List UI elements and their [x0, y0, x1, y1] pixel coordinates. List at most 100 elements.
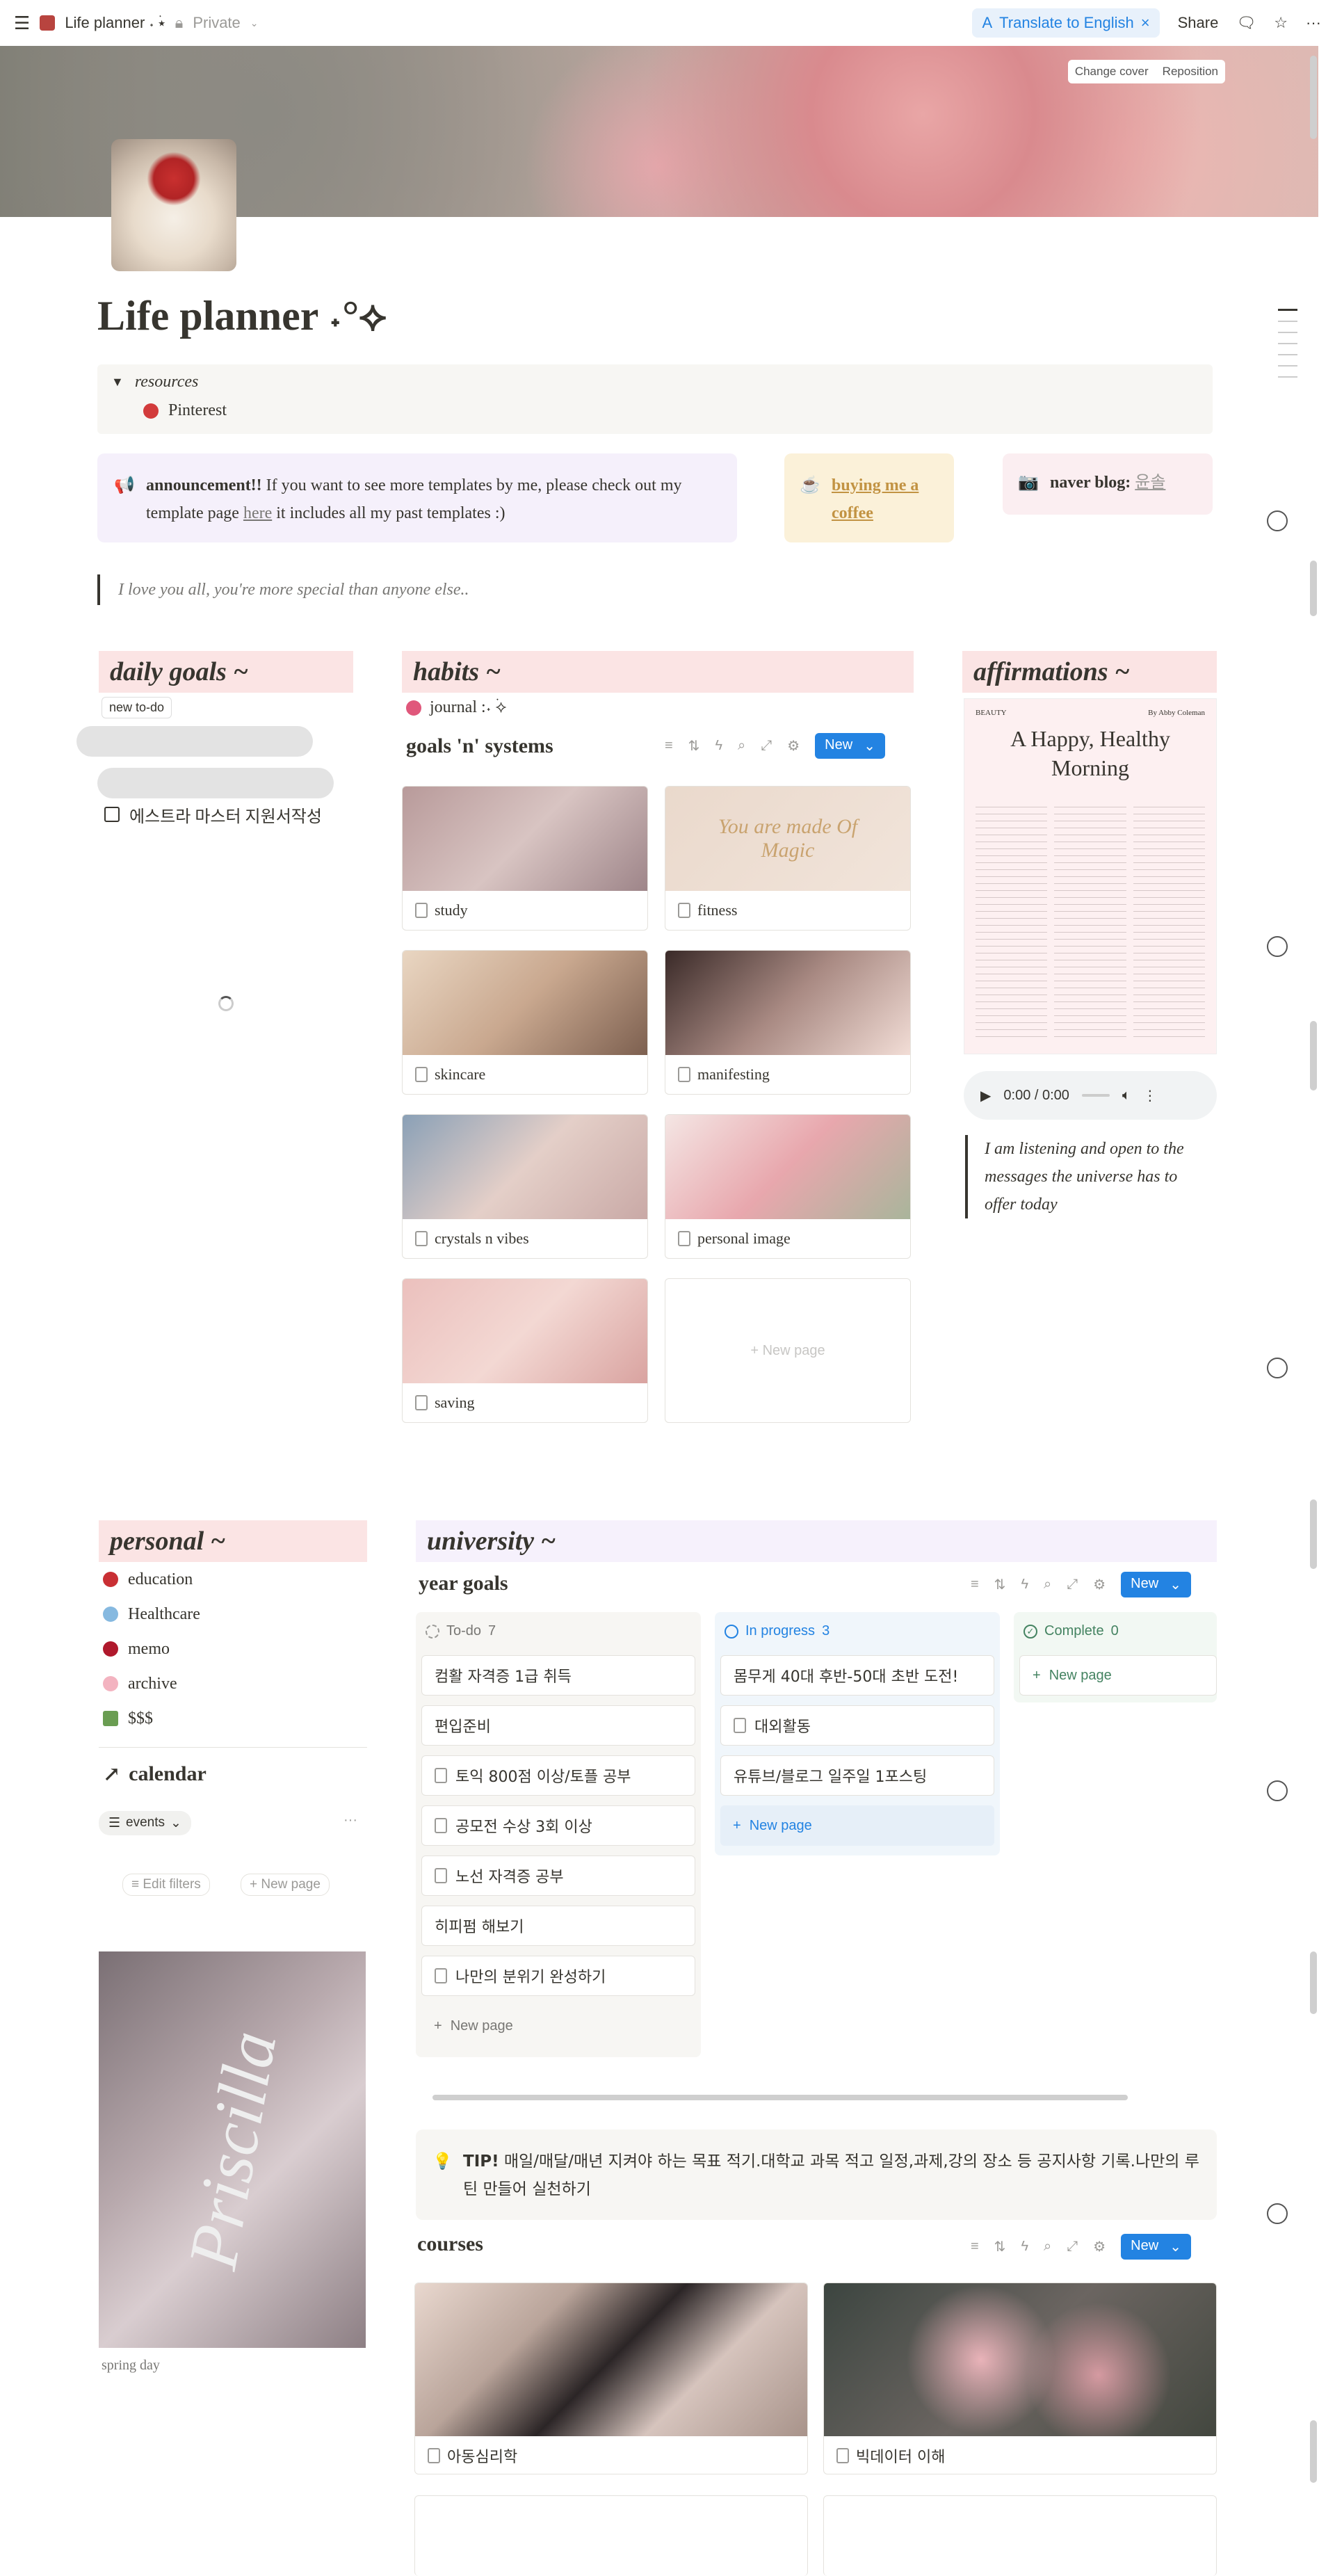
- page-link-money[interactable]: $$$: [103, 1701, 367, 1736]
- expand-icon[interactable]: ⤢: [761, 738, 772, 754]
- more-icon[interactable]: ⋮: [1143, 1087, 1157, 1104]
- page-link-healthcare[interactable]: Healthcare: [103, 1597, 367, 1632]
- add-card-button[interactable]: + New page: [1019, 1655, 1217, 1696]
- board-card[interactable]: 노선 자격증 공부: [421, 1855, 695, 1896]
- sort-icon[interactable]: ⇅: [994, 2238, 1006, 2255]
- todo-item[interactable]: 에스트라 마스터 지원서작성: [104, 797, 355, 832]
- board-card[interactable]: 공모전 수상 3회 이상: [421, 1805, 695, 1846]
- board-card[interactable]: 토익 800점 이상/토플 공부: [421, 1755, 695, 1796]
- change-cover-button[interactable]: Change cover: [1068, 60, 1156, 83]
- page-link-education[interactable]: education: [103, 1562, 367, 1597]
- gallery-card-manifesting[interactable]: manifesting: [665, 950, 911, 1095]
- view-tab-events[interactable]: ☰ events ⌄: [99, 1811, 191, 1835]
- automation-icon[interactable]: ϟ: [1021, 2239, 1028, 2255]
- share-button[interactable]: Share: [1178, 14, 1219, 32]
- page-link-archive[interactable]: archive: [103, 1666, 367, 1701]
- scrollbar[interactable]: [1310, 1499, 1317, 1569]
- automation-icon[interactable]: ϟ: [1021, 1577, 1028, 1593]
- more-icon[interactable]: ···: [1306, 14, 1321, 32]
- filter-icon[interactable]: ≡: [665, 738, 673, 754]
- add-card-button[interactable]: + New page: [421, 2006, 695, 2046]
- star-icon[interactable]: ☆: [1274, 14, 1288, 32]
- search-icon[interactable]: ⌕: [738, 738, 745, 754]
- gallery-new-page[interactable]: + New page: [665, 1278, 911, 1423]
- calendar-new-page-button[interactable]: + New page: [241, 1874, 330, 1896]
- close-icon[interactable]: ×: [1141, 14, 1150, 32]
- audio-progress[interactable]: [1081, 1094, 1110, 1097]
- expand-icon[interactable]: ⤢: [1067, 2239, 1078, 2255]
- year-goals-title[interactable]: year goals: [419, 1572, 508, 1595]
- automation-icon[interactable]: ϟ: [715, 738, 722, 754]
- settings-icon[interactable]: ⚙: [1093, 1576, 1106, 1593]
- filter-icon[interactable]: ≡: [971, 2239, 979, 2255]
- board-card[interactable]: 유튜브/블로그 일주일 1포스팅: [720, 1755, 994, 1796]
- scrollbar[interactable]: [1310, 56, 1317, 139]
- toggle-triangle-icon[interactable]: ▼: [111, 375, 124, 389]
- habits-db-title[interactable]: goals 'n' systems: [406, 734, 553, 758]
- settings-icon[interactable]: ⚙: [787, 737, 800, 755]
- translate-button[interactable]: A Translate to English ×: [972, 8, 1160, 38]
- course-card[interactable]: 아동심리학: [414, 2283, 808, 2474]
- chevron-down-icon[interactable]: ⌄: [1170, 2238, 1181, 2255]
- gallery-card-crystals[interactable]: crystals n vibes: [402, 1114, 648, 1259]
- gallery-card-skincare[interactable]: skincare: [402, 950, 648, 1095]
- board-card[interactable]: 컴활 자격증 1급 취득: [421, 1655, 695, 1696]
- page-icon[interactable]: [111, 139, 236, 271]
- volume-icon[interactable]: 🔈︎: [1122, 1088, 1131, 1104]
- checkbox[interactable]: [104, 807, 120, 822]
- menu-icon[interactable]: ☰: [14, 13, 30, 34]
- filter-icon[interactable]: ≡: [971, 1577, 979, 1593]
- pinterest-link[interactable]: Pinterest: [168, 401, 227, 420]
- gallery-card-saving[interactable]: saving: [402, 1278, 648, 1423]
- template-page-link[interactable]: here: [243, 504, 272, 522]
- new-button[interactable]: New ⌄: [815, 733, 885, 759]
- gallery-card-study[interactable]: study: [402, 786, 648, 931]
- search-icon[interactable]: ⌕: [1044, 1577, 1051, 1593]
- page-title[interactable]: Life planner ˖°⟡: [97, 292, 387, 340]
- new-button[interactable]: New ⌄: [1121, 2234, 1191, 2260]
- new-todo-button[interactable]: new to-do: [102, 697, 172, 718]
- journal-link[interactable]: journal :˖ ࣪⟡: [406, 698, 507, 717]
- chevron-down-icon[interactable]: ⌄: [864, 737, 875, 755]
- sort-icon[interactable]: ⇅: [688, 737, 700, 755]
- chevron-down-icon[interactable]: ⌄: [1170, 1576, 1181, 1593]
- gallery-card-personal-image[interactable]: personal image: [665, 1114, 911, 1259]
- edit-filters-button[interactable]: ≡ Edit filters: [122, 1874, 210, 1896]
- settings-icon[interactable]: ⚙: [1093, 2238, 1106, 2255]
- course-card[interactable]: 빅데이터 이해: [823, 2283, 1217, 2474]
- gallery-card-fitness[interactable]: You are made Of Magic fitness: [665, 786, 911, 931]
- search-icon[interactable]: ⌕: [1044, 2239, 1051, 2255]
- expand-icon[interactable]: ⤢: [1067, 1577, 1078, 1593]
- scrollbar[interactable]: [1310, 2420, 1317, 2483]
- sort-icon[interactable]: ⇅: [994, 1576, 1006, 1593]
- table-of-contents[interactable]: [1278, 309, 1297, 378]
- scrollbar[interactable]: [1310, 1951, 1317, 2014]
- privacy-label[interactable]: Private: [193, 14, 240, 32]
- page-link-memo[interactable]: memo: [103, 1632, 367, 1666]
- ai-icon[interactable]: [1267, 510, 1288, 531]
- calendar-link[interactable]: ↗ calendar: [103, 1762, 207, 1787]
- coffee-link[interactable]: buying me a coffee: [832, 476, 919, 522]
- new-button[interactable]: New ⌄: [1121, 1572, 1191, 1597]
- reposition-button[interactable]: Reposition: [1156, 60, 1225, 83]
- comment-icon[interactable]: 🗨: [1236, 14, 1256, 32]
- audio-player[interactable]: ▶ 0:00 / 0:00 🔈︎ ⋮: [964, 1071, 1217, 1120]
- ai-icon[interactable]: [1267, 936, 1288, 957]
- ai-icon[interactable]: [1267, 1780, 1288, 1801]
- resources-toggle[interactable]: ▼ resources Pinterest: [97, 364, 1213, 434]
- scrollbar[interactable]: [1310, 561, 1317, 616]
- board-card[interactable]: 히피펌 해보기: [421, 1906, 695, 1946]
- breadcrumb-title[interactable]: Life planner ˖ ࣪⭑: [65, 14, 165, 32]
- board-card[interactable]: 나만의 분위기 완성하기: [421, 1956, 695, 1996]
- add-card-button[interactable]: + New page: [720, 1805, 994, 1846]
- more-icon[interactable]: ···: [343, 1812, 357, 1828]
- course-card-placeholder[interactable]: [414, 2495, 808, 2576]
- courses-title[interactable]: courses: [417, 2232, 483, 2256]
- board-card[interactable]: 대외활동: [720, 1705, 994, 1746]
- horizontal-scrollbar[interactable]: [416, 2093, 1217, 2102]
- scrollbar[interactable]: [1310, 1021, 1317, 1090]
- board-card[interactable]: 편입준비: [421, 1705, 695, 1746]
- ai-icon[interactable]: [1267, 1358, 1288, 1378]
- ai-icon[interactable]: [1267, 2203, 1288, 2224]
- board-card[interactable]: 몸무게 40대 후반-50대 초반 도전!: [720, 1655, 994, 1696]
